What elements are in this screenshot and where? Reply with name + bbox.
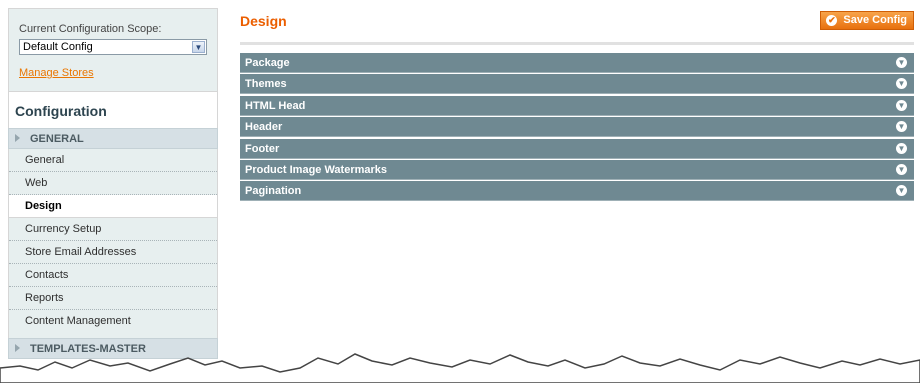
save-config-button[interactable]: ✔ Save Config xyxy=(820,11,914,30)
torn-edge xyxy=(0,353,920,383)
nav-item-content-management[interactable]: Content Management xyxy=(9,310,217,338)
config-sidebar: Current Configuration Scope: Default Con… xyxy=(8,8,218,378)
expand-icon[interactable]: ▼ xyxy=(896,99,907,111)
scope-select-value: Default Config xyxy=(23,41,93,53)
collapse-triangle-icon xyxy=(15,134,20,142)
scope-select[interactable]: Default Config ▼ xyxy=(19,39,207,55)
section-html-head[interactable]: HTML Head ▼ xyxy=(240,95,914,116)
section-label: Product Image Watermarks xyxy=(245,163,388,176)
section-product-image-watermarks[interactable]: Product Image Watermarks ▼ xyxy=(240,159,914,180)
chevron-down-icon[interactable]: ▼ xyxy=(192,41,205,53)
nav-item-design[interactable]: Design xyxy=(9,195,217,218)
manage-stores-link[interactable]: Manage Stores xyxy=(19,67,94,79)
main-content: Design ✔ Save Config Package ▼ Themes ▼ … xyxy=(240,8,914,203)
config-sections: Package ▼ Themes ▼ HTML Head ▼ Header ▼ … xyxy=(240,53,914,202)
section-label: Package xyxy=(245,57,290,69)
nav-item-reports[interactable]: Reports xyxy=(9,287,217,310)
section-label: Header xyxy=(245,121,283,134)
expand-icon[interactable]: ▼ xyxy=(896,142,907,154)
section-label: Footer xyxy=(245,142,280,155)
nav-item-contacts[interactable]: Contacts xyxy=(9,264,217,287)
nav-item-general[interactable]: General xyxy=(9,149,217,172)
section-header[interactable]: Header ▼ xyxy=(240,117,914,138)
section-pagination[interactable]: Pagination ▼ xyxy=(240,181,914,202)
nav-list-general: General Web Design Currency Setup Store … xyxy=(8,149,218,338)
expand-icon[interactable]: ▼ xyxy=(896,185,907,197)
nav-item-web[interactable]: Web xyxy=(9,172,217,195)
nav-group-label: GENERAL xyxy=(30,133,84,145)
title-divider xyxy=(240,42,914,45)
expand-icon[interactable]: ▼ xyxy=(896,163,907,175)
section-label: Pagination xyxy=(245,185,302,198)
section-themes[interactable]: Themes ▼ xyxy=(240,74,914,95)
nav-group-general[interactable]: GENERAL xyxy=(8,128,218,149)
expand-icon[interactable]: ▼ xyxy=(896,57,907,68)
section-label: HTML Head xyxy=(245,99,306,112)
section-footer[interactable]: Footer ▼ xyxy=(240,138,914,159)
configuration-heading: Configuration xyxy=(8,92,218,128)
scope-label: Current Configuration Scope: xyxy=(19,23,162,35)
section-label: Themes xyxy=(245,78,287,91)
checkmark-icon: ✔ xyxy=(826,15,838,26)
nav-item-store-email-addresses[interactable]: Store Email Addresses xyxy=(9,241,217,264)
scope-switcher: Current Configuration Scope: Default Con… xyxy=(8,8,218,92)
page-title: Design xyxy=(240,13,287,29)
expand-icon[interactable]: ▼ xyxy=(896,121,907,133)
save-config-label: Save Config xyxy=(843,14,907,26)
section-package[interactable]: Package ▼ xyxy=(240,53,914,73)
expand-icon[interactable]: ▼ xyxy=(896,78,907,90)
nav-item-currency-setup[interactable]: Currency Setup xyxy=(9,218,217,241)
